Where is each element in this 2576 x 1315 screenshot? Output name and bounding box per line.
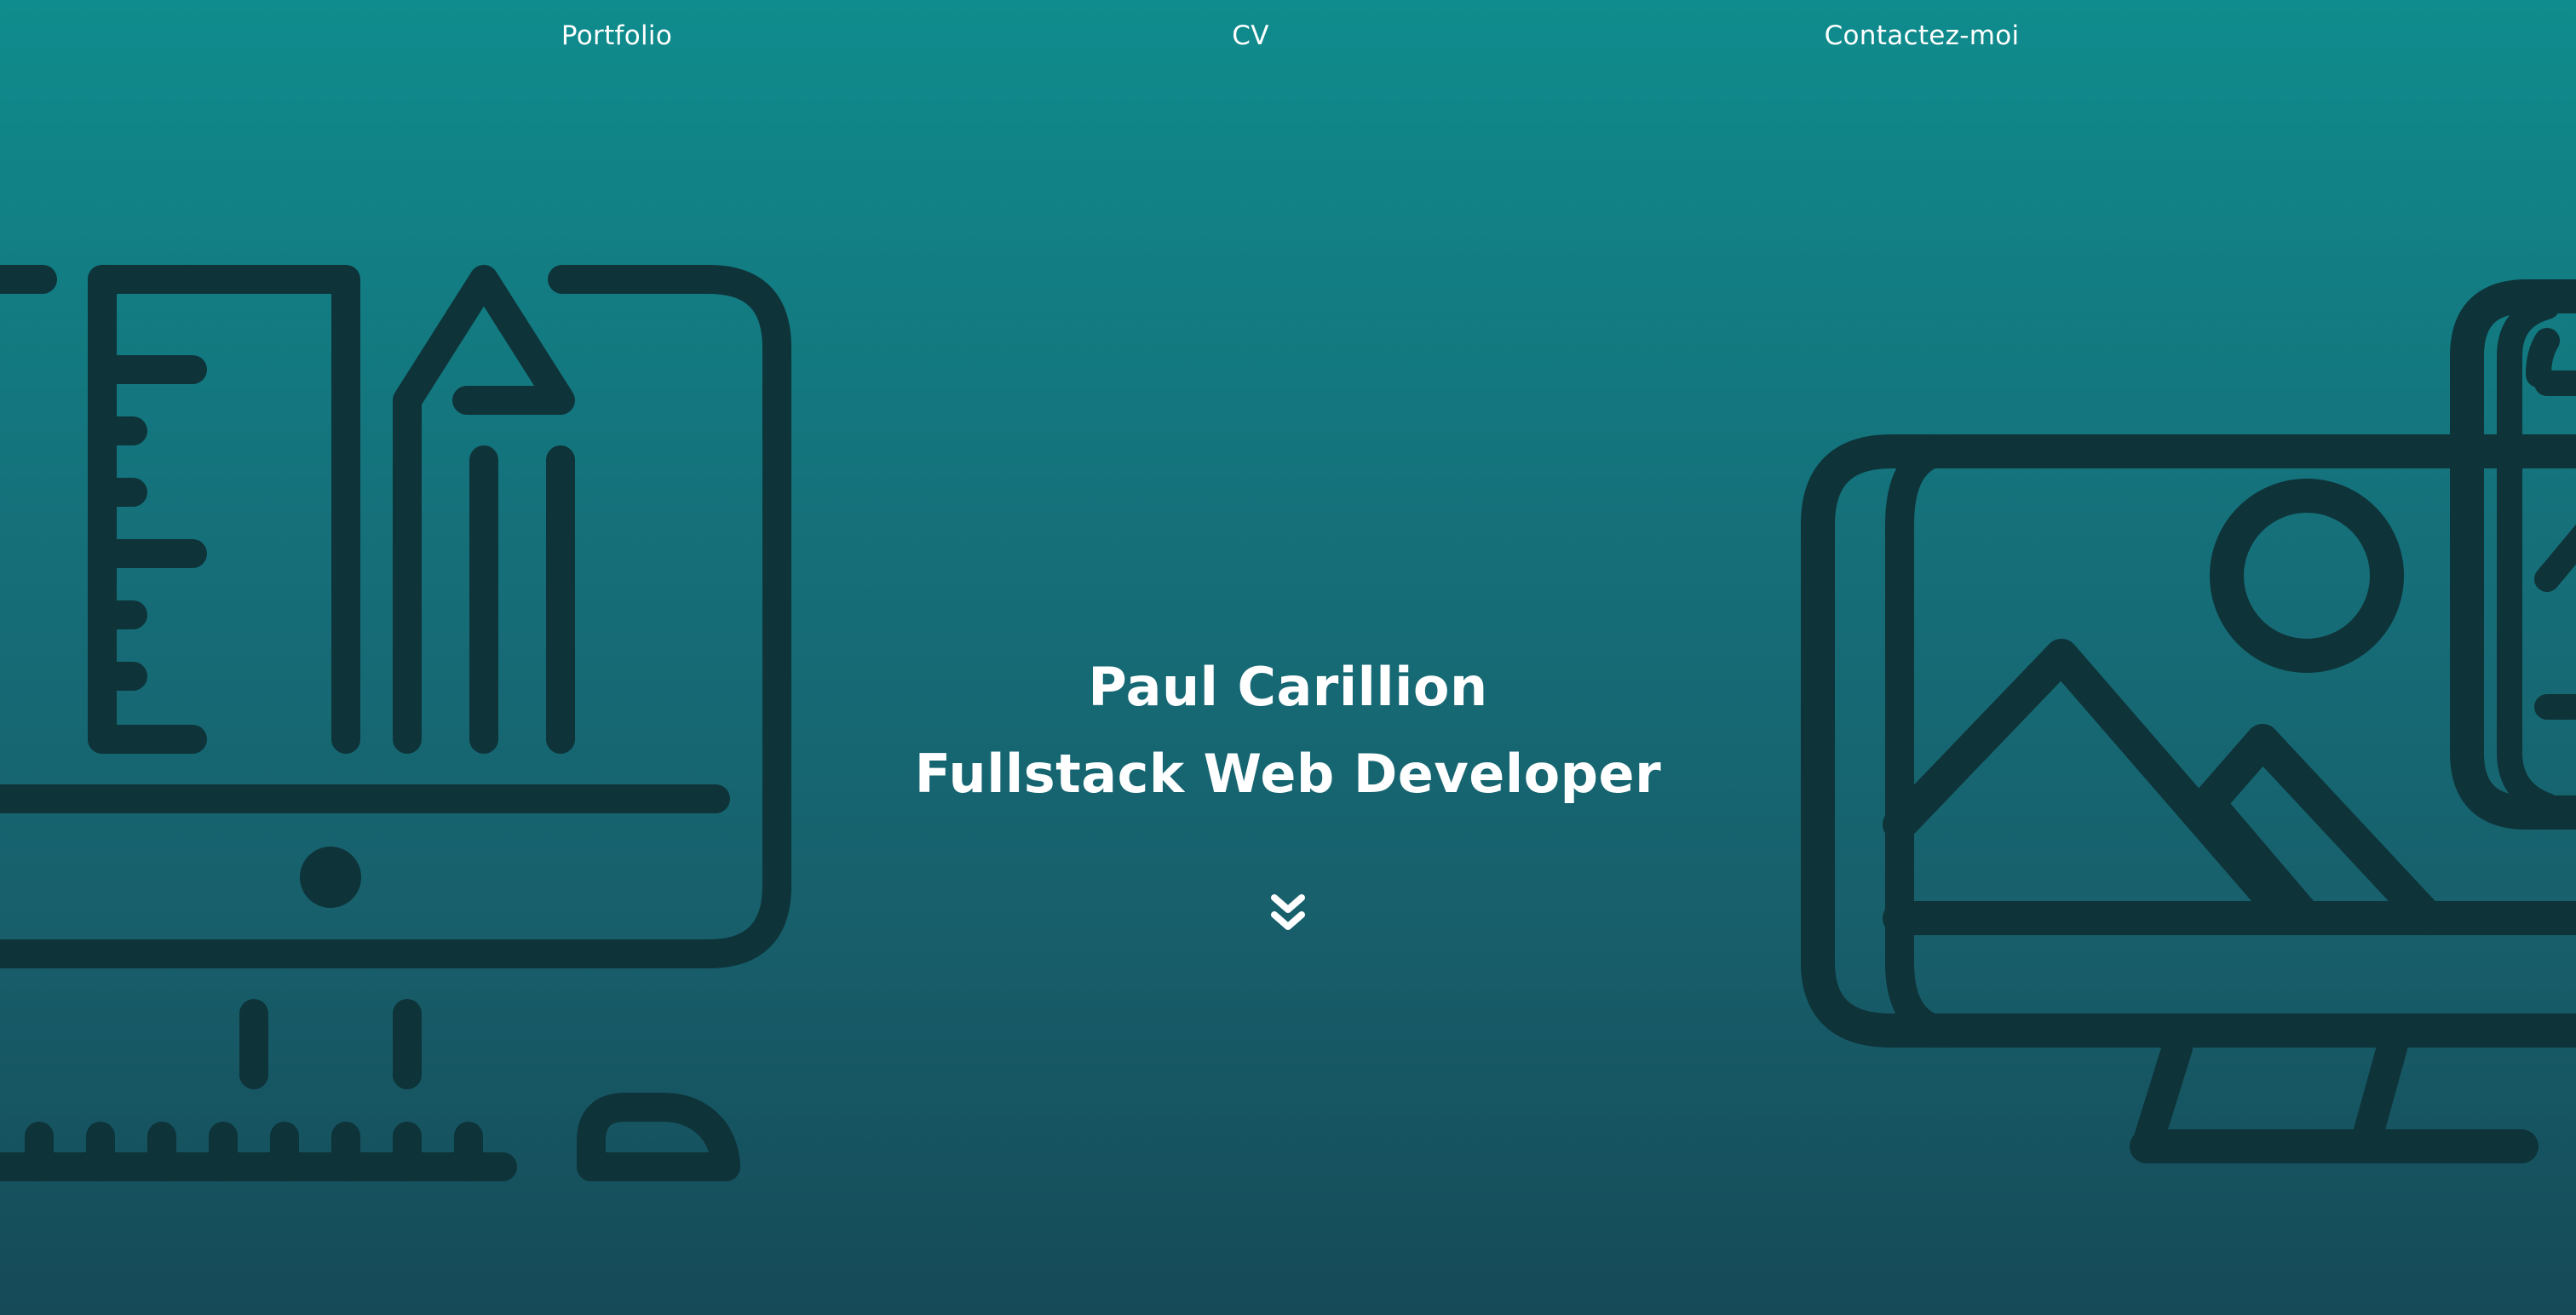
top-navigation: Portfolio CV Contactez-moi (0, 0, 2576, 77)
power-dot (300, 847, 361, 908)
image-monitor-illustration (1801, 279, 2576, 1163)
double-chevron-down-icon[interactable] (1268, 891, 1308, 935)
nav-link-contact[interactable]: Contactez-moi (1825, 20, 2020, 51)
nav-link-cv[interactable]: CV (1232, 20, 1268, 51)
hero-name: Paul Carillion (1088, 656, 1488, 718)
nav-link-portfolio[interactable]: Portfolio (561, 20, 672, 51)
hero-section: Portfolio CV Contactez-moi Paul Carillio… (0, 0, 2576, 1315)
hero-role: Fullstack Web Developer (914, 743, 1662, 805)
design-monitor-illustration (0, 265, 791, 1181)
